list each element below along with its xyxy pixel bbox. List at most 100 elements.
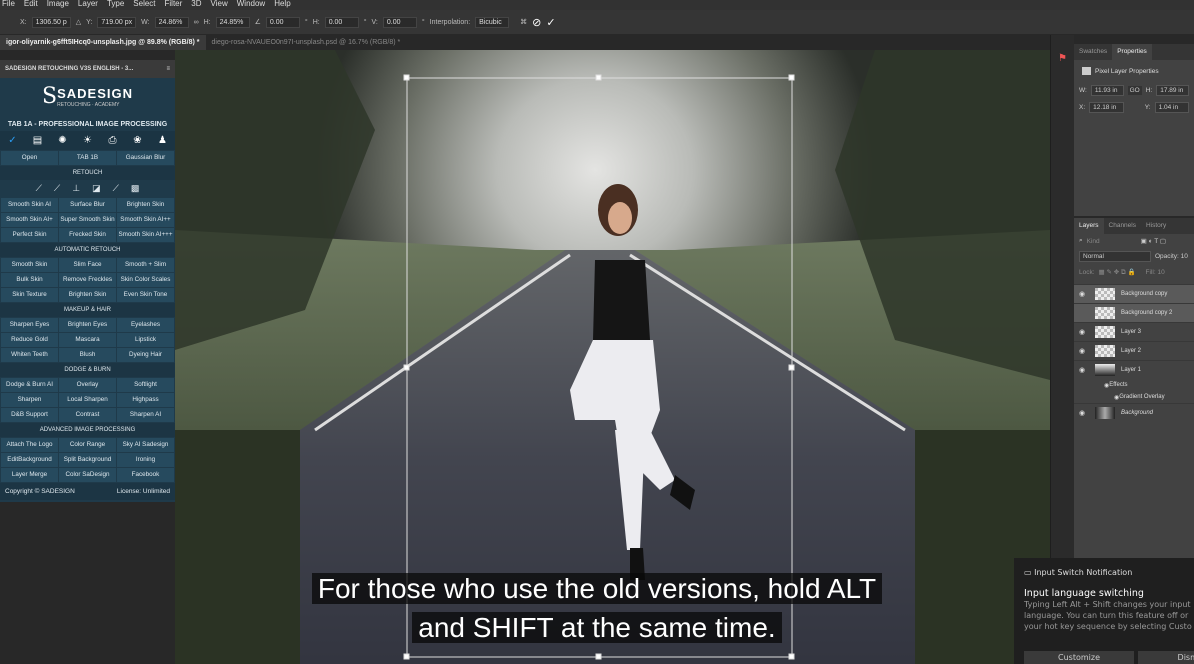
customize-button[interactable]: Customize: [1024, 651, 1134, 664]
menu-view[interactable]: View: [211, 0, 228, 10]
plugin-button[interactable]: Sharpen: [1, 393, 58, 407]
chip-icon[interactable]: ▩: [131, 180, 140, 197]
tab-document-2[interactable]: diego-rosa-NVAUEO0n97I-unsplash.psd @ 16…: [206, 35, 407, 50]
menu-select[interactable]: Select: [133, 0, 155, 10]
eye-icon[interactable]: ◉: [1074, 409, 1090, 417]
plugin-button[interactable]: Perfect Skin: [1, 228, 58, 242]
layer-row[interactable]: ◉ Layer 3: [1074, 322, 1194, 341]
plugin-button[interactable]: TAB 1B: [59, 151, 116, 165]
prop-height[interactable]: 17.89 in: [1156, 85, 1189, 96]
plugin-button[interactable]: Surface Blur: [59, 198, 116, 212]
layer-background[interactable]: ◉ Background: [1074, 403, 1194, 422]
eye-icon[interactable]: ◉: [1074, 366, 1090, 374]
print-icon[interactable]: ⎙: [100, 131, 125, 150]
aperture-icon[interactable]: ✺: [50, 131, 75, 150]
link-icon[interactable]: GO: [1127, 86, 1142, 95]
canvas[interactable]: [175, 50, 1050, 664]
plugin-button[interactable]: Color Range: [59, 438, 116, 452]
plugin-button[interactable]: Smooth Skin AI+: [1, 213, 58, 227]
color-circles-icon[interactable]: ❀: [125, 131, 150, 150]
menu-3d[interactable]: 3D: [191, 0, 201, 10]
opacity-label[interactable]: Opacity: 10: [1155, 253, 1188, 260]
plugin-button[interactable]: Overlay: [59, 378, 116, 392]
plugin-button[interactable]: Smooth Skin AI++: [117, 213, 174, 227]
layer-row[interactable]: Background copy 2: [1074, 303, 1194, 322]
plugin-button[interactable]: EditBackground: [1, 453, 58, 467]
plugin-button[interactable]: Contrast: [59, 408, 116, 422]
fill-label[interactable]: Fill: 10: [1146, 269, 1165, 276]
menu-filter[interactable]: Filter: [165, 0, 183, 10]
commit-icon[interactable]: ✓: [546, 16, 555, 29]
tab-swatches[interactable]: Swatches: [1074, 44, 1112, 60]
plugin-button[interactable]: Dyeing Hair: [117, 348, 174, 362]
angle-field[interactable]: 0.00: [265, 16, 300, 28]
plugin-button[interactable]: Open: [1, 151, 58, 165]
plugin-button[interactable]: Layer Merge: [1, 468, 58, 482]
cancel-icon[interactable]: ⊘: [532, 16, 541, 29]
panel-menu-icon[interactable]: ≡: [166, 60, 170, 78]
menu-help[interactable]: Help: [274, 0, 290, 10]
plugin-button[interactable]: Brighten Eyes: [59, 318, 116, 332]
plugin-button[interactable]: Smooth + Slim: [117, 258, 174, 272]
plugin-button[interactable]: Softlight: [117, 378, 174, 392]
hskew-field[interactable]: 0.00: [324, 16, 359, 28]
layer-row[interactable]: ◉ Layer 1: [1074, 360, 1194, 379]
plugin-button[interactable]: Remove Freckles: [59, 273, 116, 287]
lock-icons[interactable]: ▦ ✎ ✥ ⧉ 🔒: [1099, 268, 1136, 277]
plugin-button[interactable]: Attach The Logo: [1, 438, 58, 452]
tab-properties[interactable]: Properties: [1112, 44, 1152, 60]
patch-icon[interactable]: ◪: [92, 180, 101, 197]
stamp-icon[interactable]: ⊥: [72, 180, 80, 197]
plugin-button[interactable]: Lipstick: [117, 333, 174, 347]
plugin-button[interactable]: Skin Color Scales: [117, 273, 174, 287]
y-field[interactable]: 719.00 px: [97, 16, 137, 28]
prop-width[interactable]: 11.93 in: [1090, 85, 1124, 96]
warp-icon[interactable]: ⌘: [520, 18, 527, 26]
plugin-button[interactable]: Highpass: [117, 393, 174, 407]
plugin-button[interactable]: Whiten Teeth: [1, 348, 58, 362]
healing-brush-icon[interactable]: ⟋: [54, 180, 60, 197]
plugin-button[interactable]: Local Sharpen: [59, 393, 116, 407]
interpolation-select[interactable]: Bicubic: [475, 16, 510, 28]
menu-image[interactable]: Image: [47, 0, 69, 10]
bandage-icon[interactable]: ⟋: [113, 180, 119, 197]
menu-file[interactable]: File: [2, 0, 15, 10]
layer-row[interactable]: ◉ Background copy: [1074, 284, 1194, 303]
plugin-button[interactable]: Sharpen AI: [117, 408, 174, 422]
x-field[interactable]: 1306.50 p: [31, 16, 71, 28]
kind-filter[interactable]: Kind: [1087, 238, 1137, 245]
plugin-button[interactable]: Even Skin Tone: [117, 288, 174, 302]
plugin-button[interactable]: Color SaDesign: [59, 468, 116, 482]
prop-y[interactable]: 1.04 in: [1154, 102, 1189, 113]
vskew-field[interactable]: 0.00: [382, 16, 417, 28]
link-icon[interactable]: ∞: [194, 19, 199, 26]
layer-effects[interactable]: ◉ Effects: [1074, 379, 1194, 391]
check-icon[interactable]: ✓: [0, 131, 25, 150]
plugin-button[interactable]: Ironing: [117, 453, 174, 467]
tab-history[interactable]: History: [1141, 218, 1171, 234]
eye-icon[interactable]: ◉: [1074, 347, 1090, 355]
layer-effect-gradient-overlay[interactable]: ◉ Gradient Overlay: [1074, 391, 1194, 403]
plugin-button[interactable]: Bulk Skin: [1, 273, 58, 287]
tab-document-1[interactable]: igor-oliyarnik-g6fft5IHcq0-unsplash.jpg …: [0, 35, 206, 50]
blend-mode-select[interactable]: Normal: [1079, 251, 1151, 262]
menu-edit[interactable]: Edit: [24, 0, 38, 10]
plugin-button[interactable]: D&B Support: [1, 408, 58, 422]
eye-icon[interactable]: ◉: [1074, 328, 1090, 336]
document-icon[interactable]: ▤: [25, 131, 50, 150]
menu-layer[interactable]: Layer: [78, 0, 98, 10]
brush-icon[interactable]: ⟋: [36, 180, 42, 197]
width-field[interactable]: 24.86%: [154, 16, 189, 28]
layer-row[interactable]: ◉ Layer 2: [1074, 341, 1194, 360]
plugin-button[interactable]: Skin Texture: [1, 288, 58, 302]
dismiss-button[interactable]: Dismiss: [1138, 651, 1194, 664]
tool-icon[interactable]: ⚑: [1058, 53, 1074, 64]
tab-channels[interactable]: Channels: [1104, 218, 1141, 234]
plugin-button[interactable]: Gaussian Blur: [117, 151, 174, 165]
plugin-button[interactable]: Sky AI Sadesign: [117, 438, 174, 452]
brightness-icon[interactable]: ☀: [75, 131, 100, 150]
plugin-button[interactable]: Mascara: [59, 333, 116, 347]
user-icon[interactable]: ♟: [150, 131, 175, 150]
plugin-button[interactable]: Slim Face: [59, 258, 116, 272]
plugin-button[interactable]: Sharpen Eyes: [1, 318, 58, 332]
